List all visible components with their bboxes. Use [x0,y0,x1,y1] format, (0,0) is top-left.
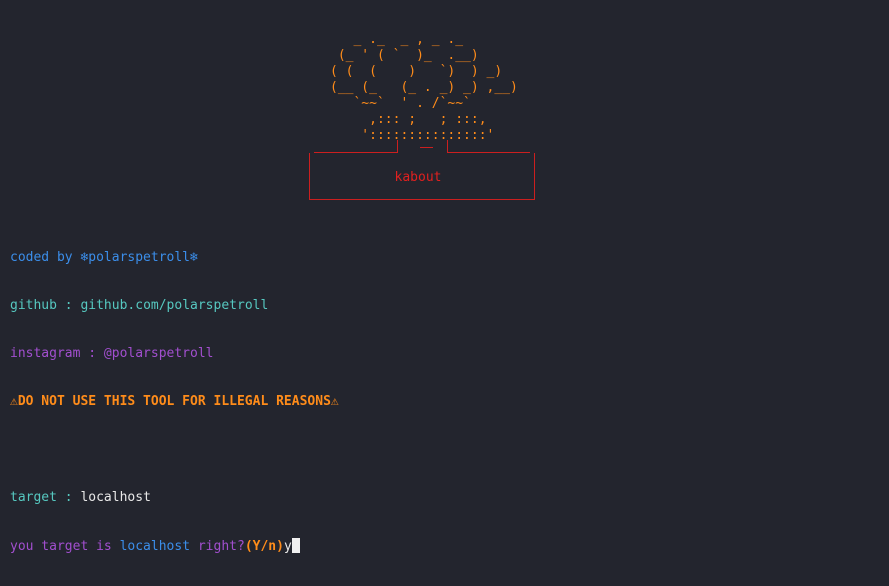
github-line: github : github.com/polarspetroll [10,298,339,314]
text-cursor [291,538,300,553]
target-value: localhost [80,490,151,505]
art-line: ( ( ( ) `) ) _) [330,64,503,79]
art-line: ':::::::::::::::' [330,128,495,143]
warning-line: ⚠DO NOT USE THIS TOOL FOR ILLEGAL REASON… [10,394,339,409]
github-link[interactable]: github.com/polarspetroll [80,298,268,313]
terminal-output: coded by ❄polarspetroll❄ github : github… [10,218,339,586]
art-line: (_ ' ( ` )_ .__) [330,48,479,63]
target-label: target : [10,490,81,505]
banner-trunk-floor [420,147,433,148]
terminal-input[interactable]: y [284,539,292,554]
confirm-host: localhost [119,539,191,554]
confirm-options: (Y/n) [244,539,284,554]
instagram-line: instagram : @polarspetroll [10,346,214,361]
confirm-prefix: you target is [10,539,120,554]
confirm-prompt-line[interactable]: you target is localhost right?(Y/n)y [10,538,339,554]
art-line: ,::: ; ; :::, [330,112,487,127]
confirm-suffix: right? [190,539,245,554]
coded-by-line: coded by ❄polarspetroll❄ [10,250,198,265]
terminal-window[interactable]: _ ._ _ , _ ._ (_ ' ( ` )_ .__)( ( ( ) `)… [0,0,889,554]
art-line: _ ._ _ , _ ._ [330,32,464,47]
banner-title: kabout [394,170,442,185]
art-line: (__ (_ (_ . _) _) ,__) [330,80,518,95]
ascii-tree-art: _ ._ _ , _ ._ (_ ' ( ` )_ .__)( ( ( ) `)… [330,32,518,144]
target-line: target : localhost [10,490,339,506]
github-label: github : [10,298,81,313]
art-line: `~~` ' . /`~~` [330,96,471,111]
